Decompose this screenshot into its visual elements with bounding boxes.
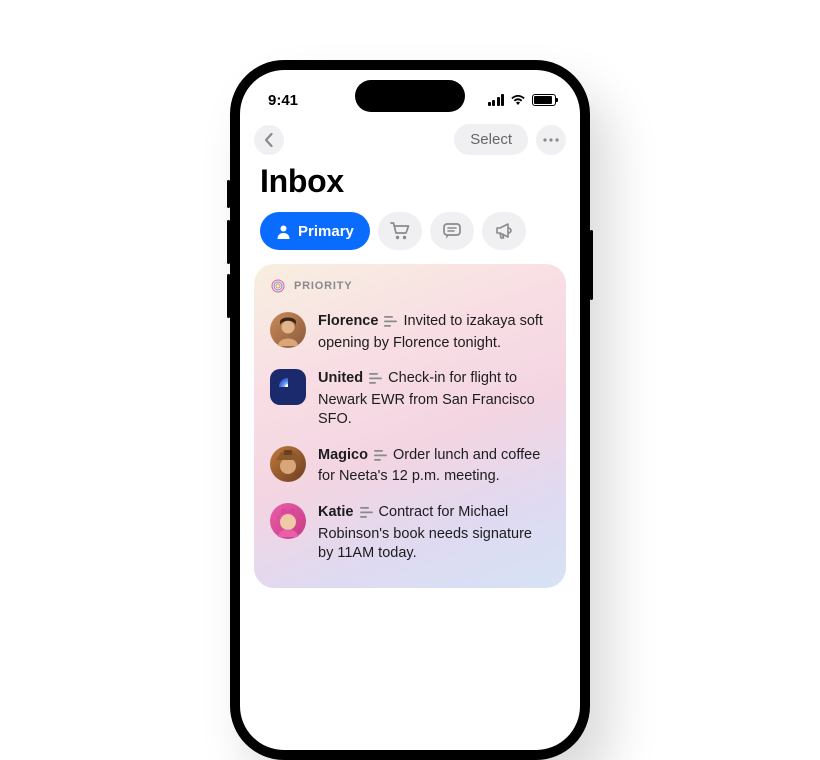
priority-header: PRIORITY [270, 278, 550, 294]
phone-frame: 9:41 [230, 60, 590, 760]
priority-message[interactable]: Katie Contract for Michael Robinson's bo… [270, 495, 550, 572]
message-sender: United [318, 370, 363, 386]
chat-icon [442, 222, 462, 240]
category-tabs: Primary [240, 212, 580, 264]
more-icon [543, 138, 559, 142]
volume-up-button [227, 220, 230, 264]
message-sender: Florence [318, 313, 378, 329]
message-body: Florence Invited to izakaya soft opening… [318, 312, 550, 353]
cart-icon [390, 222, 410, 240]
cellular-signal-icon [488, 94, 505, 106]
volume-down-button [227, 274, 230, 318]
summary-icon [374, 448, 387, 468]
avatar [270, 446, 306, 482]
avatar [270, 369, 306, 405]
screen: 9:41 [240, 70, 580, 750]
power-button [590, 230, 593, 300]
battery-icon [532, 94, 556, 106]
tab-shopping[interactable] [378, 212, 422, 250]
summary-icon [360, 505, 373, 525]
status-time: 9:41 [268, 84, 298, 109]
megaphone-icon [494, 222, 514, 240]
priority-message[interactable]: Florence Invited to izakaya soft opening… [270, 304, 550, 361]
chevron-left-icon [264, 133, 274, 147]
avatar [270, 312, 306, 348]
more-button[interactable] [536, 125, 566, 155]
tab-promotions[interactable] [482, 212, 526, 250]
person-icon [276, 224, 291, 239]
message-body: Magico Order lunch and coffee for Neeta'… [318, 446, 550, 487]
status-indicators [488, 86, 557, 106]
wifi-icon [510, 94, 526, 106]
page-title: Inbox [240, 161, 580, 212]
summary-icon [369, 371, 382, 391]
priority-label: PRIORITY [294, 280, 352, 292]
tab-primary-label: Primary [298, 223, 354, 240]
side-button [227, 180, 230, 208]
apple-intelligence-icon [270, 278, 286, 294]
tab-primary[interactable]: Primary [260, 212, 370, 250]
message-body: Katie Contract for Michael Robinson's bo… [318, 503, 550, 564]
summary-icon [384, 314, 397, 334]
back-button[interactable] [254, 125, 284, 155]
dynamic-island [355, 80, 465, 112]
priority-message[interactable]: United Check-in for flight to Newark EWR… [270, 361, 550, 438]
priority-card: PRIORITY Florence Invited to izakaya sof… [254, 264, 566, 588]
avatar [270, 503, 306, 539]
message-sender: Katie [318, 504, 353, 520]
message-body: United Check-in for flight to Newark EWR… [318, 369, 550, 430]
priority-message[interactable]: Magico Order lunch and coffee for Neeta'… [270, 438, 550, 495]
nav-bar: Select [240, 122, 580, 161]
select-button[interactable]: Select [454, 124, 528, 155]
tab-updates[interactable] [430, 212, 474, 250]
message-sender: Magico [318, 447, 368, 463]
